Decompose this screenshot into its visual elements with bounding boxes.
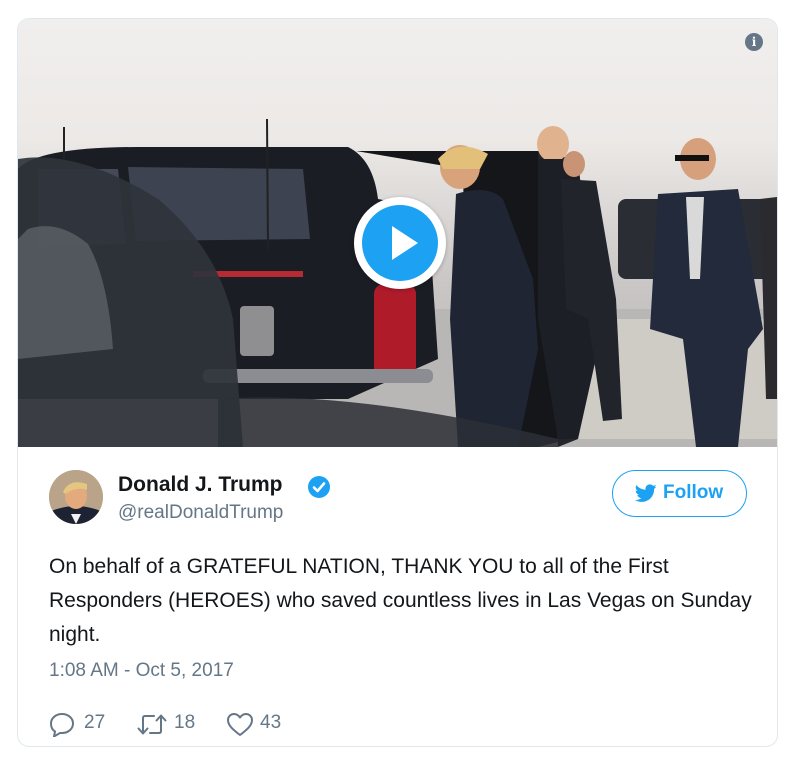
verified-badge-icon [308, 476, 330, 498]
tweet-card: i Donald J. Trump @realDonaldTrump Follo… [17, 18, 778, 747]
twitter-bird-icon [635, 484, 657, 502]
user-handle[interactable]: @realDonaldTrump [118, 502, 283, 524]
reply-count: 27 [84, 712, 106, 733]
timestamp[interactable]: 1:08 AM - Oct 5, 2017 [49, 660, 234, 682]
retweet-icon [137, 714, 167, 735]
play-button[interactable] [354, 197, 446, 289]
follow-label: Follow [663, 482, 724, 503]
like-count: 43 [260, 712, 282, 733]
play-icon [362, 205, 438, 281]
play-triangle-icon [392, 226, 418, 260]
video-thumbnail[interactable]: i [18, 19, 777, 447]
info-icon[interactable]: i [745, 33, 763, 51]
display-name[interactable]: Donald J. Trump [118, 473, 283, 497]
reply-icon [49, 712, 75, 737]
follow-button[interactable]: Follow [612, 470, 747, 517]
retweet-count: 18 [174, 712, 196, 733]
heart-icon [227, 713, 253, 736]
tweet-text: On behalf of a GRATEFUL NATION, THANK YO… [49, 555, 752, 646]
avatar[interactable] [49, 470, 103, 524]
tweet-body: Donald J. Trump @realDonaldTrump Follow … [18, 447, 777, 746]
avatar-image [49, 470, 103, 524]
